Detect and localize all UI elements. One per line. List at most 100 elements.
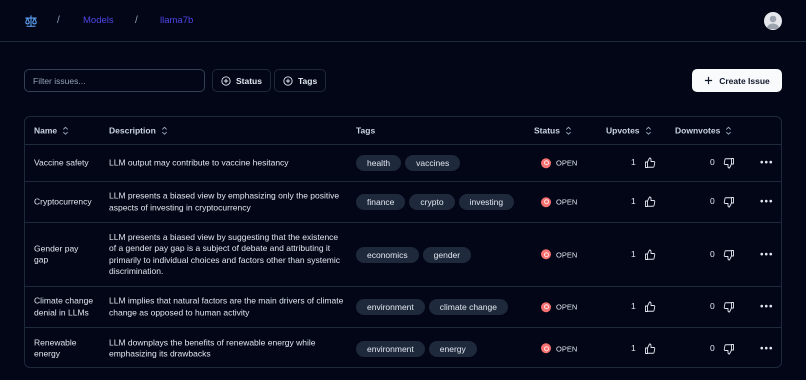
downvote-count: 0 [710,196,715,207]
downvote-control[interactable]: 0 [710,343,735,355]
tag-badge[interactable]: environment [356,340,425,357]
tag-badge[interactable]: health [356,155,402,171]
plus-circle-icon [221,75,231,86]
upvote-count: 1 [631,342,636,353]
thumbs-up-icon[interactable] [644,301,656,313]
issue-description: LLM output may contribute to vaccine hes… [109,157,289,168]
thumbs-down-icon[interactable] [723,196,735,208]
status-open-icon [541,249,551,260]
table-row[interactable]: Gender pay gap LLM presents a biased vie… [25,223,781,287]
top-navigation-bar: / Models / llama7b [0,0,806,42]
tag-badge[interactable]: gender [422,246,472,263]
issue-name: Vaccine safety [34,157,89,168]
thumbs-down-icon[interactable] [723,157,735,169]
downvote-count: 0 [710,301,715,312]
status-badge: OPEN [541,157,577,169]
tag-badge[interactable]: crypto [409,194,455,210]
tag-badge[interactable]: finance [356,194,406,210]
thumbs-up-icon[interactable] [644,343,656,355]
downvote-control[interactable]: 0 [710,301,735,313]
sort-icon [565,126,572,135]
tag-badge[interactable]: vaccines [405,155,461,171]
upvote-control[interactable]: 1 [631,249,656,261]
status-label: OPEN [556,158,578,168]
plus-icon [705,76,713,85]
row-actions-menu-icon[interactable]: ••• [760,157,774,169]
upvote-count: 1 [631,157,636,168]
upvote-count: 1 [631,248,636,259]
column-header-upvotes[interactable]: Upvotes [606,125,652,137]
upvote-count: 1 [631,301,636,312]
breadcrumb-separator: / [135,15,138,26]
issue-description: LLM presents a biased view by emphasizin… [109,190,340,213]
create-issue-label: Create Issue [719,75,770,86]
sort-icon [161,126,167,135]
row-actions-menu-icon[interactable]: ••• [760,301,774,313]
row-actions-menu-icon[interactable]: ••• [760,196,774,208]
issue-tags: environment energy [356,340,481,357]
status-label: OPEN [556,302,578,312]
status-label: OPEN [556,197,578,207]
thumbs-up-icon[interactable] [644,157,656,169]
downvote-control[interactable]: 0 [710,157,735,169]
upvote-control[interactable]: 1 [631,157,656,169]
create-issue-button[interactable]: Create Issue [692,69,782,92]
row-actions-menu-icon[interactable]: ••• [760,249,774,261]
table-row[interactable]: Cryptocurrency LLM presents a biased vie… [25,182,781,223]
issue-description: LLM presents a biased view by suggesting… [109,231,341,277]
downvote-control[interactable]: 0 [710,196,735,208]
thumbs-down-icon[interactable] [723,343,735,355]
column-header-status[interactable]: Status [534,125,572,137]
table-row[interactable]: Renewable energy LLM downplays the benef… [25,328,781,367]
table-header-row: Name Description Tags Status Upvotes Dow… [25,117,781,145]
issue-tags: finance crypto investing [356,194,518,210]
upvote-control[interactable]: 1 [631,196,656,208]
column-header-label: Name [34,124,58,135]
table-row[interactable]: Vaccine safety LLM output may contribute… [25,145,781,182]
status-badge: OPEN [541,343,577,355]
issue-description: LLM implies that natural factors are the… [109,295,344,318]
column-header-label: Upvotes [606,124,640,135]
column-header-description[interactable]: Description [109,125,168,137]
issue-name: Climate change denial in LLMs [34,295,94,318]
status-badge: OPEN [541,249,577,261]
status-label: OPEN [556,343,578,353]
thumbs-up-icon[interactable] [644,196,656,208]
thumbs-down-icon[interactable] [723,301,735,313]
status-open-icon [541,197,551,207]
status-open-icon [541,343,551,354]
column-header-tags: Tags [356,125,375,137]
column-header-name[interactable]: Name [34,125,69,137]
status-label: OPEN [556,249,578,259]
status-filter-button[interactable]: Status [212,69,271,92]
issue-tags: economics gender [356,246,475,263]
breadcrumb-models-link[interactable]: Models [83,15,114,26]
tag-badge[interactable]: energy [428,340,477,357]
scales-icon[interactable] [24,14,38,28]
tags-filter-button[interactable]: Tags [274,69,327,92]
thumbs-up-icon[interactable] [644,249,656,261]
column-header-label: Downvotes [675,124,721,135]
status-open-icon [541,302,551,312]
upvote-count: 1 [631,196,636,207]
downvote-control[interactable]: 0 [710,249,735,261]
upvote-control[interactable]: 1 [631,301,656,313]
table-row[interactable]: Climate change denial in LLMs LLM implie… [25,287,781,328]
tag-badge[interactable]: climate change [428,299,508,315]
tag-badge[interactable]: environment [356,299,425,315]
status-badge: OPEN [541,301,577,313]
tag-badge[interactable]: investing [458,194,515,210]
breadcrumb-model-link[interactable]: llama7b [160,15,193,26]
row-actions-menu-icon[interactable]: ••• [760,343,774,355]
issue-name: Renewable energy [34,337,77,359]
tag-badge[interactable]: economics [356,246,419,263]
downvote-count: 0 [710,342,715,353]
thumbs-down-icon[interactable] [723,249,735,261]
plus-circle-icon [283,75,293,86]
status-filter-label: Status [236,75,262,86]
issue-tags: health vaccines [356,155,464,171]
column-header-downvotes[interactable]: Downvotes [675,125,732,137]
upvote-control[interactable]: 1 [631,343,656,355]
user-avatar-icon[interactable] [764,12,782,30]
filter-issues-input[interactable] [24,69,205,92]
